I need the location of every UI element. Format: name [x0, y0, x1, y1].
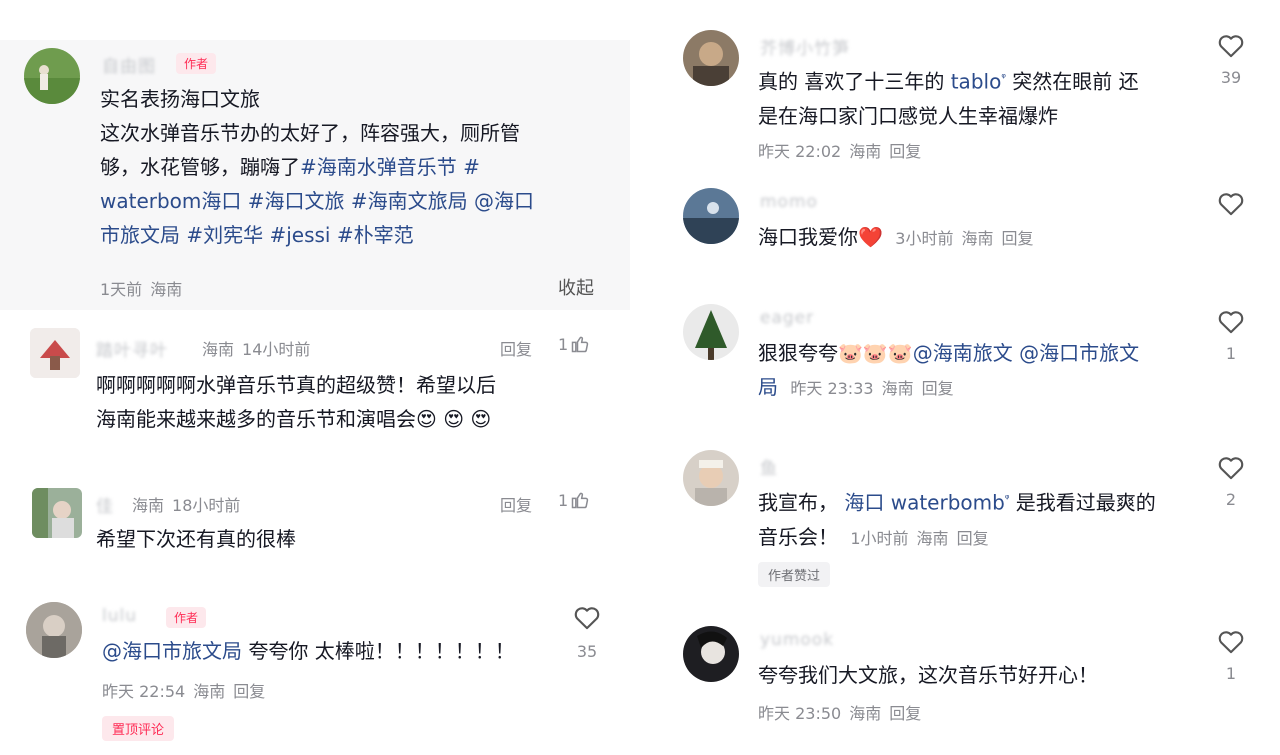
- username[interactable]: yumook: [760, 630, 834, 650]
- comment-text: 海口我爱你❤️ 3小时前 海南 回复: [758, 220, 1041, 256]
- like-count: 2: [1225, 490, 1237, 509]
- comment-meta: 3小时前 海南 回复: [895, 229, 1034, 248]
- comment-text: 啊啊啊啊啊水弹音乐节真的超级赞！希望以后 海南能来越来越多的音乐节和演唱会😍 😍…: [96, 373, 496, 431]
- comment-text: 狠狠夸夸🐷🐷🐷@海南旅文 @海口市旅文 局 昨天 23:33 海南 回复: [758, 341, 1140, 399]
- comment-item: yumook 夸夸我们大文旅，这次音乐节好开心！ 昨天 23:50 海南 回复 1: [640, 624, 1280, 734]
- comment-text: 真的 喜欢了十三年的 tabloᵠ 突然在眼前 还 是在海口家门口感觉人生幸福爆…: [758, 69, 1139, 128]
- author-tag: 作者: [176, 53, 217, 74]
- reply-button[interactable]: 回复: [233, 682, 265, 701]
- comment-meta: 昨天 22:54 海南 回复: [102, 682, 266, 701]
- left-panel: 自由图 作者 实名表扬海口文旅 这次水弹音乐节办的太好了，阵容强大，厕所管 够，…: [0, 0, 640, 755]
- comment-item: momo 海口我爱你❤️ 3小时前 海南 回复: [640, 186, 1280, 266]
- right-panel: 芥博小竹笋 真的 喜欢了十三年的 tabloᵠ 突然在眼前 还 是在海口家门口感…: [640, 0, 1280, 755]
- heart-icon[interactable]: [1217, 32, 1245, 58]
- username[interactable]: 鱼: [760, 454, 778, 479]
- username[interactable]: lulu: [102, 606, 137, 626]
- comment-item: 芥博小竹笋 真的 喜欢了十三年的 tabloᵠ 突然在眼前 还 是在海口家门口感…: [640, 26, 1280, 166]
- user-avatar[interactable]: [683, 450, 739, 506]
- comment-item: 踏叶寻叶 海南 14小时前 回复 1 啊啊啊啊啊水弹音乐节真的超级赞！希望以后 海…: [0, 318, 640, 448]
- comment-text: @海口市旅文局 夸夸你 太棒啦！！！！！！！: [102, 639, 515, 663]
- comment-text: 夸夸我们大文旅，这次音乐节好开心！: [758, 663, 1098, 687]
- thumbs-up-icon: [571, 336, 589, 353]
- user-avatar[interactable]: [683, 626, 739, 682]
- user-avatar[interactable]: [26, 602, 82, 658]
- like-button[interactable]: 1: [558, 490, 590, 510]
- author-liked-badge: 作者赞过: [758, 562, 831, 587]
- reply-button[interactable]: 回复: [922, 379, 954, 398]
- reply-button[interactable]: 回复: [500, 492, 532, 516]
- comment-item: 鱼 我宣布， 海口 waterbombᵠ 是我看过最爽的 音乐会！ 1小时前 海南…: [640, 448, 1280, 593]
- reply-button[interactable]: 回复: [500, 336, 532, 360]
- comment-item: eager 狠狠夸夸🐷🐷🐷@海南旅文 @海口市旅文 局 昨天 23:33 海南 回复…: [640, 302, 1280, 412]
- pinned-badge: 置顶评论: [102, 716, 175, 741]
- like-count: 39: [1220, 68, 1242, 87]
- reply-button[interactable]: 回复: [1001, 229, 1033, 248]
- heart-icon[interactable]: [1217, 308, 1245, 334]
- username[interactable]: 踏叶寻叶: [96, 336, 168, 361]
- highlighted-comment[interactable]: 自由图 作者 实名表扬海口文旅 这次水弹音乐节办的太好了，阵容强大，厕所管 够，…: [0, 40, 630, 310]
- user-avatar[interactable]: [683, 188, 739, 244]
- comment-meta: 海南 14小时前: [202, 340, 311, 359]
- heart-icon[interactable]: [1217, 190, 1245, 216]
- comment-text: 希望下次还有真的很棒: [96, 527, 296, 551]
- comment-meta: 海南 18小时前: [132, 496, 241, 515]
- reply-button[interactable]: 回复: [957, 529, 989, 548]
- comment-meta: 昨天 23:33 海南 回复: [790, 379, 954, 398]
- comment-meta: 1小时前 海南 回复: [850, 528, 989, 548]
- heart-icon[interactable]: [573, 604, 601, 630]
- like-count: 1: [1225, 344, 1237, 363]
- like-count: 35: [576, 642, 598, 661]
- like-button[interactable]: 1: [558, 334, 590, 354]
- comment-item: lulu 作者 @海口市旅文局 夸夸你 太棒啦！！！！！！！ 昨天 22:54 海…: [0, 596, 640, 751]
- heart-icon[interactable]: [1217, 454, 1245, 480]
- username[interactable]: 佳: [96, 492, 114, 517]
- thumbs-up-icon: [571, 492, 589, 509]
- username[interactable]: 芥博小竹笋: [760, 34, 850, 59]
- user-avatar[interactable]: [683, 304, 739, 360]
- username[interactable]: momo: [760, 192, 818, 212]
- reply-button[interactable]: 回复: [889, 142, 921, 161]
- user-avatar[interactable]: [30, 328, 80, 378]
- comment-text: 实名表扬海口文旅 这次水弹音乐节办的太好了，阵容强大，厕所管 够，水花管够，蹦嗨…: [100, 87, 534, 247]
- heart-icon[interactable]: [1217, 628, 1245, 654]
- user-avatar[interactable]: [32, 488, 82, 538]
- comment-meta: 昨天 23:50 海南 回复: [758, 704, 922, 723]
- comment-meta: 昨天 22:02 海南 回复: [758, 142, 922, 161]
- comment-meta: 1天前 海南: [100, 280, 183, 299]
- comment-item: 佳 海南 18小时前 回复 1 希望下次还有真的很棒: [0, 480, 640, 570]
- like-count: 1: [1225, 664, 1237, 683]
- collapse-button[interactable]: 收起: [558, 274, 594, 300]
- username[interactable]: eager: [760, 308, 814, 328]
- user-avatar[interactable]: [683, 30, 739, 86]
- reply-button[interactable]: 回复: [889, 704, 921, 723]
- author-tag: 作者: [166, 607, 207, 628]
- user-avatar[interactable]: [24, 48, 80, 104]
- comment-text: 我宣布， 海口 waterbombᵠ 是我看过最爽的 音乐会！ 1小时前 海南 回复: [758, 490, 1156, 549]
- username[interactable]: 自由图: [102, 52, 156, 77]
